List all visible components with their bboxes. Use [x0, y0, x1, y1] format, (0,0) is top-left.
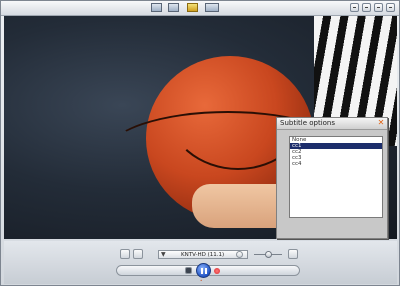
guide-icon[interactable]	[151, 3, 162, 12]
snapshot-button[interactable]	[133, 249, 143, 259]
title-bar	[1, 1, 399, 16]
subtitle-list[interactable]: None cc1 cc2 cc3 cc4	[289, 136, 383, 218]
stop-button[interactable]	[185, 267, 192, 274]
record-button[interactable]	[120, 249, 130, 259]
control-bar: KNTV-HD (11.1) ▼ •	[4, 241, 397, 284]
recordings-icon[interactable]	[168, 3, 179, 12]
settings-icon[interactable]	[205, 3, 219, 12]
close-button[interactable]	[386, 3, 395, 12]
channel-up-button[interactable]	[236, 251, 243, 258]
minimize-button[interactable]	[362, 3, 371, 12]
channel-down-button[interactable]: ▼	[161, 251, 168, 258]
maximize-button[interactable]	[374, 3, 383, 12]
close-icon[interactable]: ✕	[377, 119, 385, 127]
volume-button[interactable]	[288, 249, 298, 259]
subtitle-option[interactable]: cc4	[290, 161, 382, 167]
volume-knob[interactable]	[265, 251, 272, 258]
tuner-icon[interactable]	[187, 3, 198, 12]
dialog-title: Subtitle options	[277, 118, 387, 130]
time-indicator: •	[200, 278, 203, 283]
record-indicator[interactable]	[214, 268, 220, 274]
channel-selector[interactable]: KNTV-HD (11.1)	[158, 250, 248, 259]
tv-player-window: Subtitle options ✕ None cc1 cc2 cc3 cc4 …	[0, 0, 400, 286]
pause-button[interactable]	[196, 263, 211, 278]
subtitle-options-dialog: Subtitle options ✕ None cc1 cc2 cc3 cc4	[276, 117, 388, 239]
search-button[interactable]	[350, 3, 359, 12]
